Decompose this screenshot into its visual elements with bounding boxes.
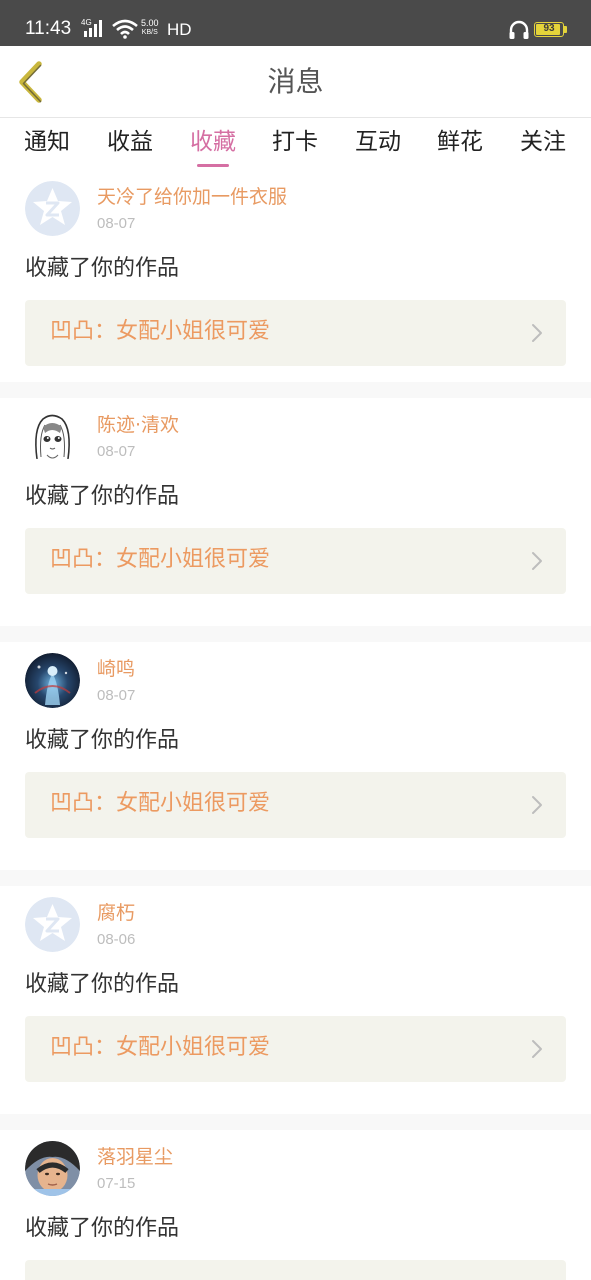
work-link[interactable]: 凹凸：女配小姐很可爱 <box>25 300 566 366</box>
action-text: 收藏了你的作品 <box>25 728 180 753</box>
battery-cap <box>564 26 567 33</box>
tab-flowers[interactable]: 鲜花 <box>437 127 483 157</box>
avatar[interactable] <box>25 1141 80 1196</box>
timestamp: 07-15 <box>97 1175 136 1192</box>
action-text: 收藏了你的作品 <box>25 484 180 509</box>
avatar[interactable] <box>25 409 80 464</box>
battery-level: 93 <box>543 23 555 34</box>
username[interactable]: 崎鸣 <box>97 656 135 682</box>
tab-checkin[interactable]: 打卡 <box>272 127 318 157</box>
timestamp: 08-07 <box>97 443 136 460</box>
timestamp: 08-07 <box>97 215 136 232</box>
list-item: 腐朽 08-06 收藏了你的作品 凹凸：女配小姐很可爱 <box>0 886 591 1098</box>
work-link[interactable] <box>25 1260 566 1280</box>
tab-follow[interactable]: 关注 <box>520 127 566 157</box>
action-text: 收藏了你的作品 <box>25 256 180 281</box>
separator <box>0 1114 591 1130</box>
chevron-right-icon <box>532 796 542 814</box>
separator <box>0 626 591 642</box>
work-link[interactable]: 凹凸：女配小姐很可爱 <box>25 772 566 838</box>
timestamp: 08-07 <box>97 687 136 704</box>
work-link[interactable]: 凹凸：女配小姐很可爱 <box>25 1016 566 1082</box>
separator <box>0 870 591 886</box>
work-title: 凹凸：女配小姐很可爱 <box>50 791 271 816</box>
blue-glow-figure-avatar-icon <box>25 653 80 708</box>
status-bar: 11:43 4G 5.00 KB/S HD 93 <box>0 0 591 46</box>
hd-indicator: HD <box>167 20 192 39</box>
photo-face-avatar-icon <box>25 1141 80 1196</box>
status-time: 11:43 <box>25 18 72 39</box>
timestamp: 08-06 <box>97 931 136 948</box>
chevron-right-icon <box>532 1040 542 1058</box>
avatar[interactable] <box>25 897 80 952</box>
speed-unit: KB/S <box>141 29 158 36</box>
page-title: 消息 <box>267 65 324 98</box>
action-text: 收藏了你的作品 <box>25 972 180 997</box>
username[interactable]: 天冷了给你加一件衣服 <box>97 184 287 210</box>
tab-interaction[interactable]: 互动 <box>355 127 401 157</box>
list-item: 落羽星尘 07-15 收藏了你的作品 <box>0 1130 591 1280</box>
speed-value: 5.00 <box>141 18 159 28</box>
chevron-right-icon <box>532 324 542 342</box>
default-star-avatar-icon <box>25 897 80 952</box>
list-item: 崎鸣 08-07 收藏了你的作品 凹凸：女配小姐很可爱 <box>0 642 591 854</box>
anime-girl-sketch-avatar-icon <box>25 409 80 464</box>
avatar[interactable] <box>25 653 80 708</box>
work-title: 凹凸：女配小姐很可爱 <box>50 1035 271 1060</box>
tab-favorites[interactable]: 收藏 <box>190 127 236 157</box>
username[interactable]: 落羽星尘 <box>97 1144 173 1170</box>
username[interactable]: 陈迹·清欢 <box>97 412 179 438</box>
username[interactable]: 腐朽 <box>97 900 135 926</box>
tab-notifications[interactable]: 通知 <box>24 127 70 157</box>
action-text: 收藏了你的作品 <box>25 1216 180 1241</box>
header: 消息 <box>0 46 591 118</box>
favorites-feed[interactable]: 天冷了给你加一件衣服 08-07 收藏了你的作品 凹凸：女配小姐很可爱 陈迹·清… <box>0 170 591 1280</box>
work-title: 凹凸：女配小姐很可爱 <box>50 319 271 344</box>
avatar[interactable] <box>25 181 80 236</box>
tab-bar: 通知 收益 收藏 打卡 互动 鲜花 关注 <box>0 118 591 170</box>
battery-icon: 93 <box>534 22 564 37</box>
active-tab-indicator <box>197 164 229 167</box>
work-link[interactable]: 凹凸：女配小姐很可爱 <box>25 528 566 594</box>
tab-earnings[interactable]: 收益 <box>107 127 153 157</box>
separator <box>0 382 591 398</box>
list-item: 陈迹·清欢 08-07 收藏了你的作品 凹凸：女配小姐很可爱 <box>0 398 591 610</box>
network-speed: 5.00 KB/S <box>141 19 159 37</box>
default-star-avatar-icon <box>25 181 80 236</box>
network-type: 4G <box>81 18 92 27</box>
wifi-icon <box>112 19 138 39</box>
work-title: 凹凸：女配小姐很可爱 <box>50 547 271 572</box>
list-item: 天冷了给你加一件衣服 08-07 收藏了你的作品 凹凸：女配小姐很可爱 <box>0 170 591 382</box>
headphone-icon <box>509 20 529 39</box>
chevron-right-icon <box>532 552 542 570</box>
